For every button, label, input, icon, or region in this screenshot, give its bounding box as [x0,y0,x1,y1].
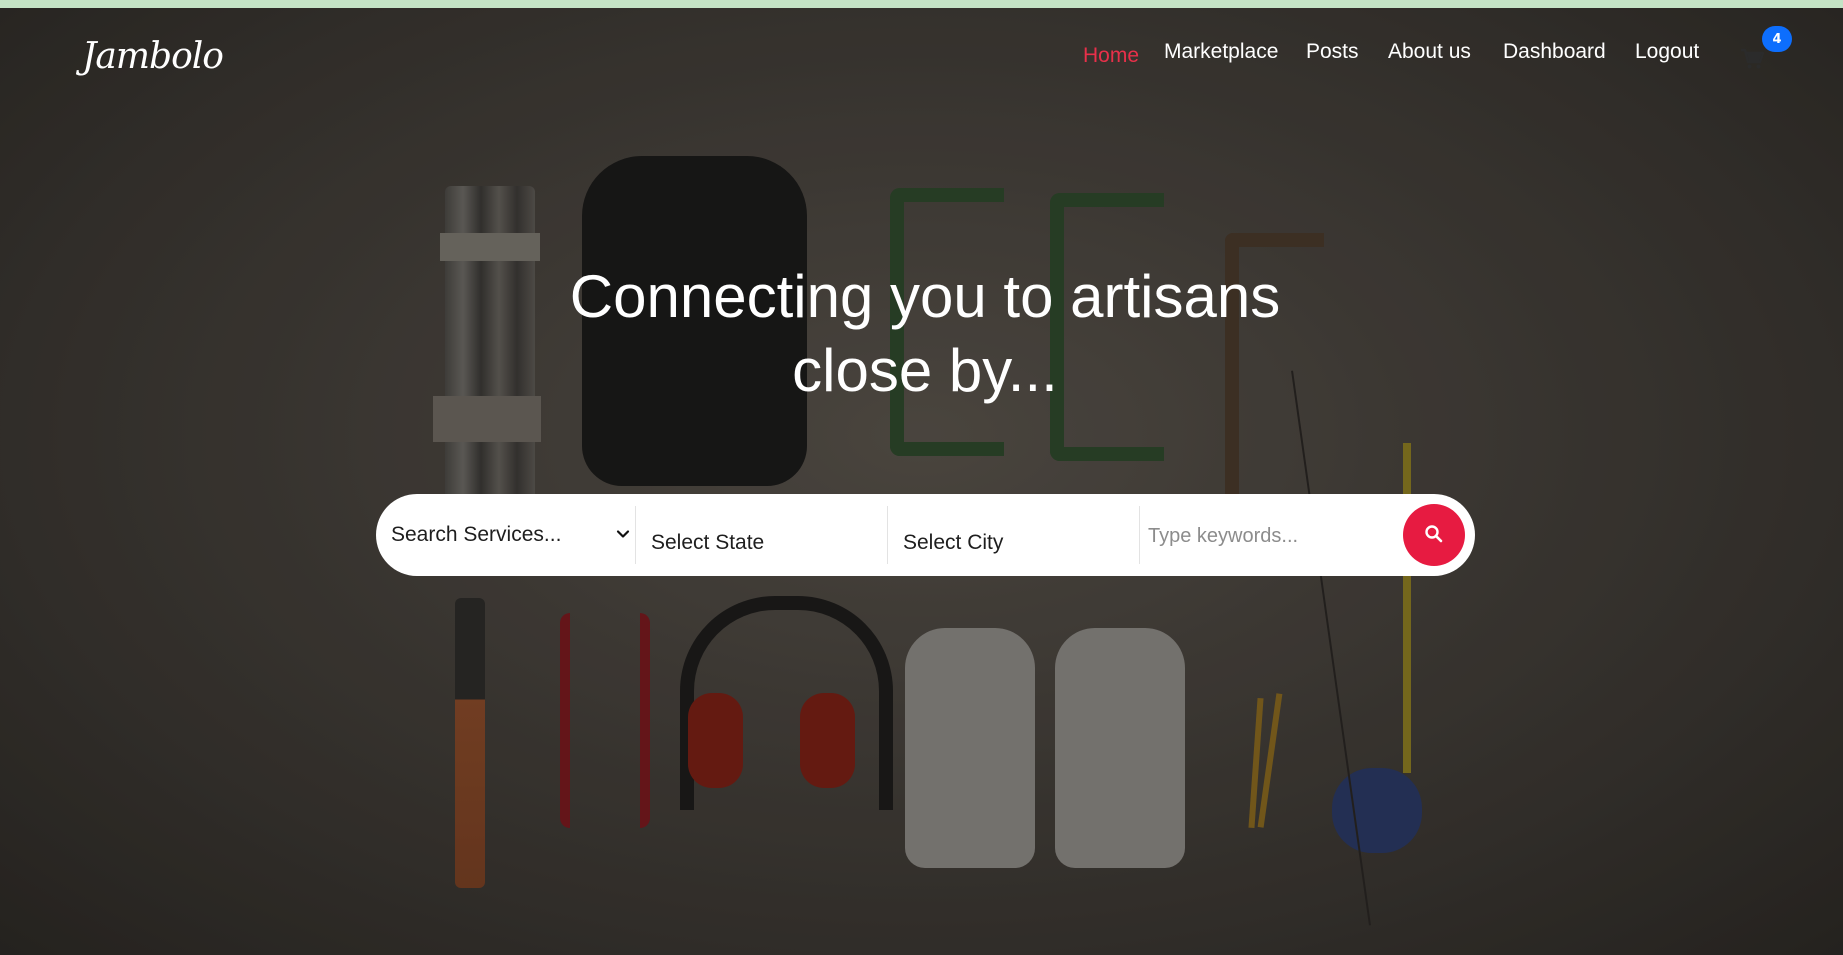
site-logo[interactable]: Jambolo [82,36,224,77]
nav-link-posts[interactable]: Posts [1306,40,1359,64]
top-accent-strip [0,0,1843,8]
state-select[interactable]: Select State [651,512,881,574]
state-select-value: Select State [651,531,765,554]
city-select[interactable]: Select City [903,512,1133,574]
hero-overlay [0,8,1843,955]
search-divider [887,506,888,564]
search-divider [1139,506,1140,564]
nav-link-about-us[interactable]: About us [1388,40,1471,64]
nav-link-dashboard[interactable]: Dashboard [1503,40,1606,64]
city-select-value: Select City [903,531,1004,554]
search-divider [635,506,636,564]
hero-headline-line-1: Connecting you to artisans [569,263,1281,330]
search-icon [1424,524,1444,547]
services-select-value: Search Services... [391,523,562,546]
search-button[interactable] [1403,504,1465,566]
nav-link-marketplace[interactable]: Marketplace [1164,40,1278,64]
keywords-input[interactable] [1146,508,1410,564]
hero-headline: Connecting you to artisans close by... [520,260,1330,408]
nav-link-logout[interactable]: Logout [1635,40,1699,64]
shopping-cart-icon[interactable] [1740,48,1765,70]
services-select[interactable]: Search Services... [391,504,631,566]
chevron-down-icon[interactable] [616,526,630,540]
hero-headline-line-2: close by... [792,337,1058,404]
hero-section [0,8,1843,955]
cart-count-badge: 4 [1762,26,1792,52]
nav-link-home[interactable]: Home [1083,44,1139,68]
search-bar: Search Services... Select State Select C… [376,494,1475,576]
